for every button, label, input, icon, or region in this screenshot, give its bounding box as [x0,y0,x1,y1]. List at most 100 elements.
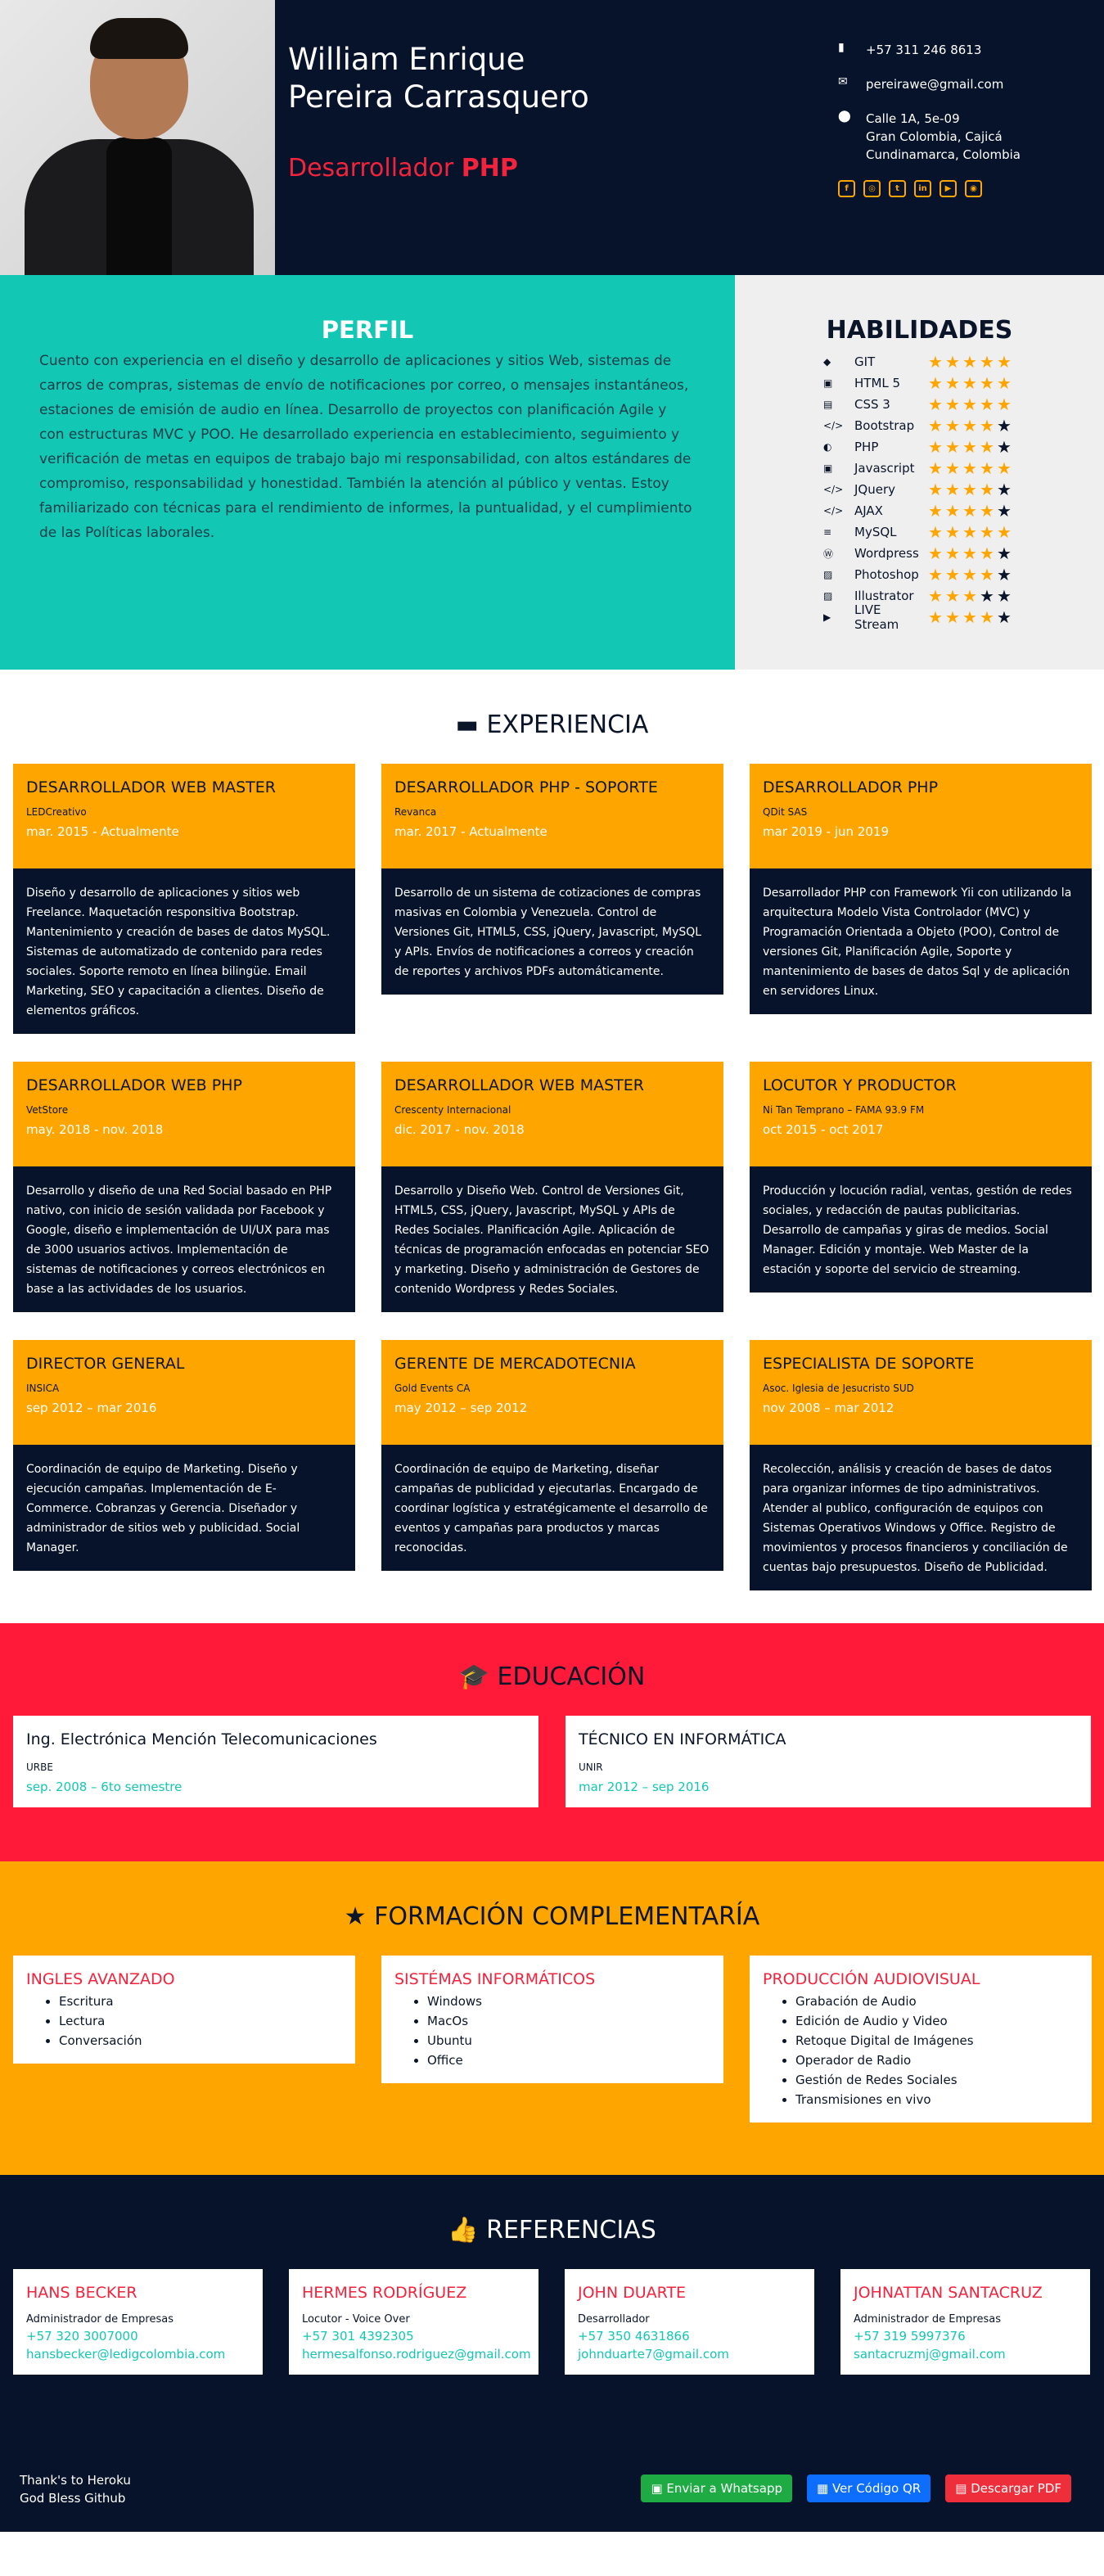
star-icon: ★ [997,416,1012,435]
phone[interactable]: +57 311 246 8613 [866,41,981,59]
qr-code-button[interactable]: ▦ Ver Código QR [806,2474,931,2502]
reference-name: JOHN DUARTE [578,2284,687,2302]
qr-icon: ▦ [816,2481,832,2496]
job-company: Crescenty Internacional [394,1104,511,1116]
skill-name: CSS 3 [854,397,890,412]
download-pdf-button[interactable]: ▤ Descargar PDF [945,2474,1071,2502]
job-description: Coordinación de equipo de Marketing. Dis… [13,1445,355,1571]
reference-email[interactable]: hansbecker@ledigcolombia.com [26,2347,250,2362]
reference-email[interactable]: hermesalfonso.rodriguez@gmail.com [302,2347,531,2362]
email[interactable]: pereirawe@gmail.com [866,75,1003,93]
star-icon: ★ [980,373,994,393]
role-highlight: PHP [461,154,518,183]
job-title: ESPECIALISTA DE SOPORTE [763,1355,975,1373]
list-item: Lectura [59,2011,342,2031]
skill-icon: Ⓦ [823,548,834,560]
list-item: Operador de Radio [795,2050,1079,2070]
linkedin-icon[interactable]: in [914,180,931,197]
job-company: VetStore [26,1104,69,1116]
address-line-2: Gran Colombia, Cajicá [866,129,1003,144]
star-icon: ★ [945,437,960,457]
star-icon: ★ [945,458,960,478]
star-icon: ★ [962,373,977,393]
job-title: DESARROLLADOR PHP - SOPORTE [394,778,658,796]
skill-row: Ⓦ Wordpress ★ ★ ★ ★ ★ [735,543,1104,564]
instagram-icon[interactable]: ◎ [863,180,881,197]
briefcase-icon: ▬ [455,711,487,739]
star-icon: ★ [997,607,1012,627]
star-icon: ★ [997,480,1012,499]
job-company: Ni Tan Temprano – FAMA 93.9 FM [763,1104,925,1116]
footer: Thank's to Heroku God Bless Github ▣ Env… [0,2424,1104,2532]
skill-name: MySQL [854,525,897,539]
reference-job: Administrador de Empresas [854,2313,1001,2326]
reference-name: HERMES RODRÍGUEZ [302,2284,467,2302]
star-icon: ★ [945,544,960,563]
experience-card-header: LOCUTOR Y PRODUCTOR Ni Tan Temprano – FAM… [750,1062,1092,1166]
skill-name: Photoshop [854,567,919,582]
twitter-icon[interactable]: t [889,180,906,197]
job-company: Asoc. Iglesia de Jesucristo SUD [763,1383,914,1394]
skill-row: </> AJAX ★ ★ ★ ★ ★ [735,500,1104,521]
skill-row: ◆ GIT ★ ★ ★ ★ ★ [735,351,1104,372]
star-icon: ★ [997,522,1012,542]
whatsapp-button[interactable]: ▣ Enviar a Whatsapp [641,2474,792,2502]
complementary-section: ★ FORMACIÓN COMPLEMENTARÍA INGLES AVANZA… [0,1861,1104,2175]
star-icon: ★ [928,480,943,499]
star-icon: ★ [980,544,994,563]
reference-job: Administrador de Empresas [26,2313,173,2326]
skill-row: ▨ Photoshop ★ ★ ★ ★ ★ [735,564,1104,585]
skill-icon: ▶ [823,611,831,623]
profile-text: Cuento con experiencia en el diseño y de… [39,353,692,541]
reference-phone[interactable]: +57 301 4392305 [302,2329,525,2344]
star-icon: ★ [945,352,960,372]
star-icon: ★ [962,395,977,414]
reference-email[interactable]: johnduarte7@gmail.com [578,2347,801,2362]
reference-card: JOHNATTAN SANTACRUZ Administrador de Empr… [840,2269,1090,2375]
reference-phone[interactable]: +57 350 4631866 [578,2329,801,2344]
star-icon: ★ [928,437,943,457]
profile-photo [0,0,275,275]
github-icon[interactable]: ◉ [965,180,982,197]
star-icon: ★ [997,437,1012,457]
skill-rating: ★ ★ ★ ★ ★ [928,417,1014,434]
education-date: sep. 2008 – 6to semestre [26,1780,182,1794]
experience-card-header: ESPECIALISTA DE SOPORTE Asoc. Iglesia de … [750,1340,1092,1445]
skill-rating: ★ ★ ★ ★ ★ [928,481,1014,498]
skill-icon: ◆ [823,356,831,368]
star-icon: ★ [980,586,994,606]
reference-name: HANS BECKER [26,2284,137,2302]
star-icon: ★ [962,607,977,627]
skill-row: ▶ LIVE Stream ★ ★ ★ ★ ★ [735,602,1104,632]
experience-title: ▬ EXPERIENCIA [13,711,1091,739]
complementary-grid: INGLES AVANZADO EscrituraLecturaConversac… [13,1956,1092,2123]
job-description: Recolección, análisis y creación de base… [750,1445,1092,1590]
complementary-card-title: INGLES AVANZADO [26,1970,175,1988]
experience-card-header: DESARROLLADOR PHP - SOPORTE Revanca mar. 2… [381,764,723,868]
job-date: nov 2008 – mar 2012 [763,1401,894,1415]
star-icon: ★ [945,565,960,584]
facebook-icon[interactable]: f [838,180,855,197]
education-title: Ing. Electrónica Mención Telecomunicacio… [26,1730,377,1748]
reference-email[interactable]: santacruzmj@gmail.com [854,2347,1077,2362]
complementary-card-title: SISTÉMAS INFORMÁTICOS [394,1970,596,1988]
skill-icon: ◐ [823,441,832,453]
footer-buttons: ▣ Enviar a Whatsapp ▦ Ver Código QR ▤ De… [641,2474,1071,2502]
list-item: Conversación [59,2031,342,2050]
reference-phone[interactable]: +57 320 3007000 [26,2329,250,2344]
job-title: DESARROLLADOR PHP [763,778,939,796]
skill-name: GIT [854,354,876,369]
whatsapp-icon: ▣ [651,2481,667,2496]
envelope-icon: ✉ [838,75,848,88]
experience-card: DESARROLLADOR WEB MASTER LEDCreativo mar. … [13,764,355,1034]
job-date: mar 2019 - jun 2019 [763,824,889,839]
job-title: DESARROLLADOR WEB MASTER [26,778,276,796]
skill-row: ▤ CSS 3 ★ ★ ★ ★ ★ [735,394,1104,415]
whatsapp-button-label: Enviar a Whatsapp [666,2481,782,2496]
thumbs-up-icon: 👍 [448,2216,487,2244]
reference-phone[interactable]: +57 319 5997376 [854,2329,1077,2344]
youtube-icon[interactable]: ▶ [940,180,957,197]
star-icon: ★ [928,395,943,414]
education-card: Ing. Electrónica Mención Telecomunicacio… [13,1716,538,1807]
skills-section: HABILIDADES ◆ GIT ★ ★ ★ ★ ★ ▣ HTML 5 ★ ★ ★ ★ ★ ▤ CSS 3 ★… [735,275,1104,670]
